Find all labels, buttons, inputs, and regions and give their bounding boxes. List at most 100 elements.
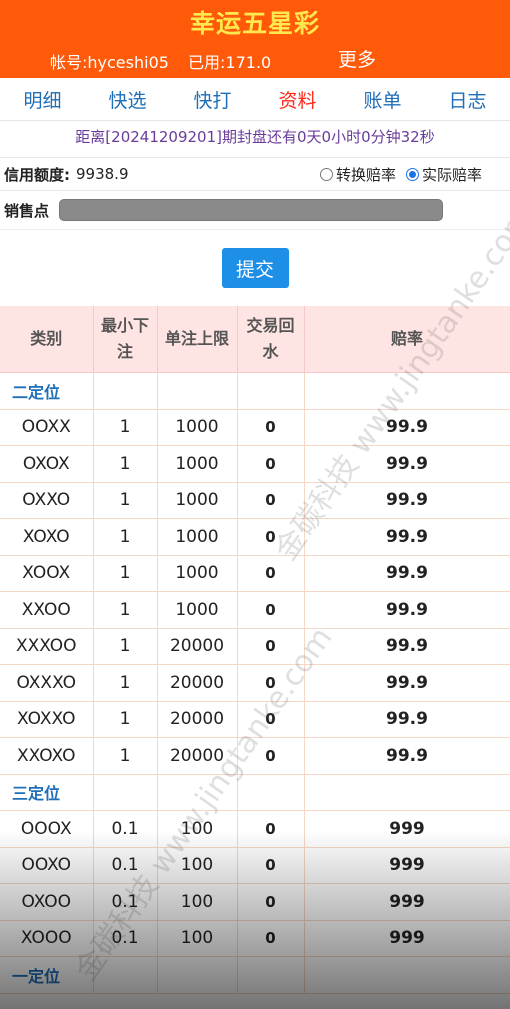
group-row: 一定位 <box>0 956 510 994</box>
table-row: OOXO 0.1 100 0 999 <box>0 847 510 884</box>
radio-actual-odds[interactable]: 实际赔率 <box>406 164 482 185</box>
cell-rebate: 0 <box>237 409 305 446</box>
cell-odds[interactable]: 999 <box>304 810 510 848</box>
cell-min-bet: 0.1 <box>93 847 158 884</box>
cell-category: OXXXO <box>0 664 94 702</box>
more-button[interactable]: 更多 <box>338 45 376 72</box>
cell-odds[interactable]: 99.9 <box>304 518 510 556</box>
cell-odds[interactable]: 99.9 <box>304 445 510 483</box>
cell-max-bet: 100 <box>157 920 238 957</box>
table-row: OOOX 0.1 100 0 999 <box>0 810 510 848</box>
cell-odds[interactable]: 999 <box>304 920 510 957</box>
submit-area: 提交 <box>0 230 510 306</box>
cell-rebate: 0 <box>237 445 305 483</box>
table-header-row: 类别 最小下注 单注上限 交易回水 赔率 <box>0 306 510 373</box>
header-rebate: 交易回水 <box>237 306 305 373</box>
cell-max-bet: 20000 <box>157 737 238 775</box>
cell-category: OOXO <box>0 847 94 884</box>
cell-rebate: 0 <box>237 883 305 921</box>
radio-convert-label: 转换赔率 <box>336 165 397 184</box>
table-row: OXOX 1 1000 0 99.9 <box>0 445 510 483</box>
cell-min-bet: 1 <box>93 591 158 629</box>
cell-rebate: 0 <box>237 847 305 884</box>
cell-max-bet: 1000 <box>157 482 238 519</box>
table-row: XXOO 1 1000 0 99.9 <box>0 591 510 629</box>
odds-mode-group: 转换赔率 实际赔率 <box>320 164 510 185</box>
table-row: OXXO 1 1000 0 99.9 <box>0 482 510 519</box>
radio-unchecked-icon <box>320 167 333 181</box>
cell-odds[interactable]: 99.9 <box>304 409 510 446</box>
table-row: OOXX 1 1000 0 99.9 <box>0 409 510 446</box>
table-body: 二定位 OOXX 1 1000 0 99.9 OXOX 1 1000 0 99.9 OXXO 1 1000… <box>0 372 510 994</box>
group-empty-cell <box>237 372 305 410</box>
cell-rebate: 0 <box>237 810 305 848</box>
cell-category: XXOXO <box>0 737 94 775</box>
group-label: 二定位 <box>0 372 94 410</box>
table-row: XXOXO 1 20000 0 99.9 <box>0 737 510 775</box>
odds-table: 类别 最小下注 单注上限 交易回水 赔率 二定位 OOXX 1 1000 0 99.9 OX… <box>0 306 510 994</box>
cell-min-bet: 0.1 <box>93 810 158 848</box>
nav-log[interactable]: 日志 <box>425 86 510 113</box>
credit-label: 信用额度: <box>4 165 70 184</box>
cell-odds[interactable]: 99.9 <box>304 591 510 629</box>
cell-max-bet: 20000 <box>157 701 238 738</box>
group-empty-cell <box>304 956 510 994</box>
header-min-bet: 最小下注 <box>93 306 158 373</box>
used-amount: 已用:171.0 <box>188 53 272 72</box>
cell-max-bet: 1000 <box>157 409 238 446</box>
cell-max-bet: 1000 <box>157 591 238 629</box>
nav-details[interactable]: 明细 <box>0 86 85 113</box>
nav-info[interactable]: 资料 <box>255 86 340 113</box>
nav-bar: 明细 快选 快打 资料 账单 日志 <box>0 78 510 121</box>
table-row: XOXXO 1 20000 0 99.9 <box>0 701 510 738</box>
cell-min-bet: 1 <box>93 701 158 738</box>
cell-odds[interactable]: 99.9 <box>304 628 510 665</box>
cell-odds[interactable]: 99.9 <box>304 664 510 702</box>
cell-category: OXOO <box>0 883 94 921</box>
cell-rebate: 0 <box>237 628 305 665</box>
cell-rebate: 0 <box>237 555 305 592</box>
cell-min-bet: 0.1 <box>93 920 158 957</box>
cell-min-bet: 1 <box>93 664 158 702</box>
cell-min-bet: 1 <box>93 445 158 483</box>
cell-category: OXXO <box>0 482 94 519</box>
group-empty-cell <box>157 956 238 994</box>
cell-rebate: 0 <box>237 591 305 629</box>
table-row: XOOX 1 1000 0 99.9 <box>0 555 510 592</box>
cell-category: OOXX <box>0 409 94 446</box>
group-empty-cell <box>157 372 238 410</box>
cell-odds[interactable]: 99.9 <box>304 701 510 738</box>
cell-category: XOXXO <box>0 701 94 738</box>
cell-odds[interactable]: 999 <box>304 883 510 921</box>
countdown-text: 距离[20241209201]期封盘还有0天0小时0分钟32秒 <box>75 128 435 146</box>
cell-category: XOOO <box>0 920 94 957</box>
nav-quick-bet[interactable]: 快打 <box>170 86 255 113</box>
table-row: XXXOO 1 20000 0 99.9 <box>0 628 510 665</box>
cell-odds[interactable]: 99.9 <box>304 737 510 775</box>
cell-odds[interactable]: 99.9 <box>304 555 510 592</box>
cell-max-bet: 100 <box>157 883 238 921</box>
group-label: 一定位 <box>0 956 94 994</box>
header-category: 类别 <box>0 306 94 373</box>
radio-convert-odds[interactable]: 转换赔率 <box>320 164 396 185</box>
nav-quick-select[interactable]: 快选 <box>85 86 170 113</box>
cell-min-bet: 1 <box>93 555 158 592</box>
cell-odds[interactable]: 999 <box>304 847 510 884</box>
group-empty-cell <box>157 774 238 811</box>
group-empty-cell <box>304 372 510 410</box>
group-empty-cell <box>237 956 305 994</box>
sale-point-label: 销售点 <box>4 201 50 220</box>
account-name: 帐号:hyceshi05 <box>50 53 169 72</box>
cell-min-bet: 1 <box>93 737 158 775</box>
cell-category: XOXO <box>0 518 94 556</box>
cell-rebate: 0 <box>237 737 305 775</box>
cell-min-bet: 1 <box>93 482 158 519</box>
cell-category: XXOO <box>0 591 94 629</box>
app-header: 幸运五星彩 帐号:hyceshi05 已用:171.0 更多 <box>0 0 510 78</box>
group-empty-cell <box>93 774 158 811</box>
cell-odds[interactable]: 99.9 <box>304 482 510 519</box>
submit-button[interactable]: 提交 <box>221 248 289 288</box>
header-odds: 赔率 <box>304 306 510 373</box>
sale-point-select[interactable] <box>59 199 444 221</box>
nav-bill[interactable]: 账单 <box>340 86 425 113</box>
